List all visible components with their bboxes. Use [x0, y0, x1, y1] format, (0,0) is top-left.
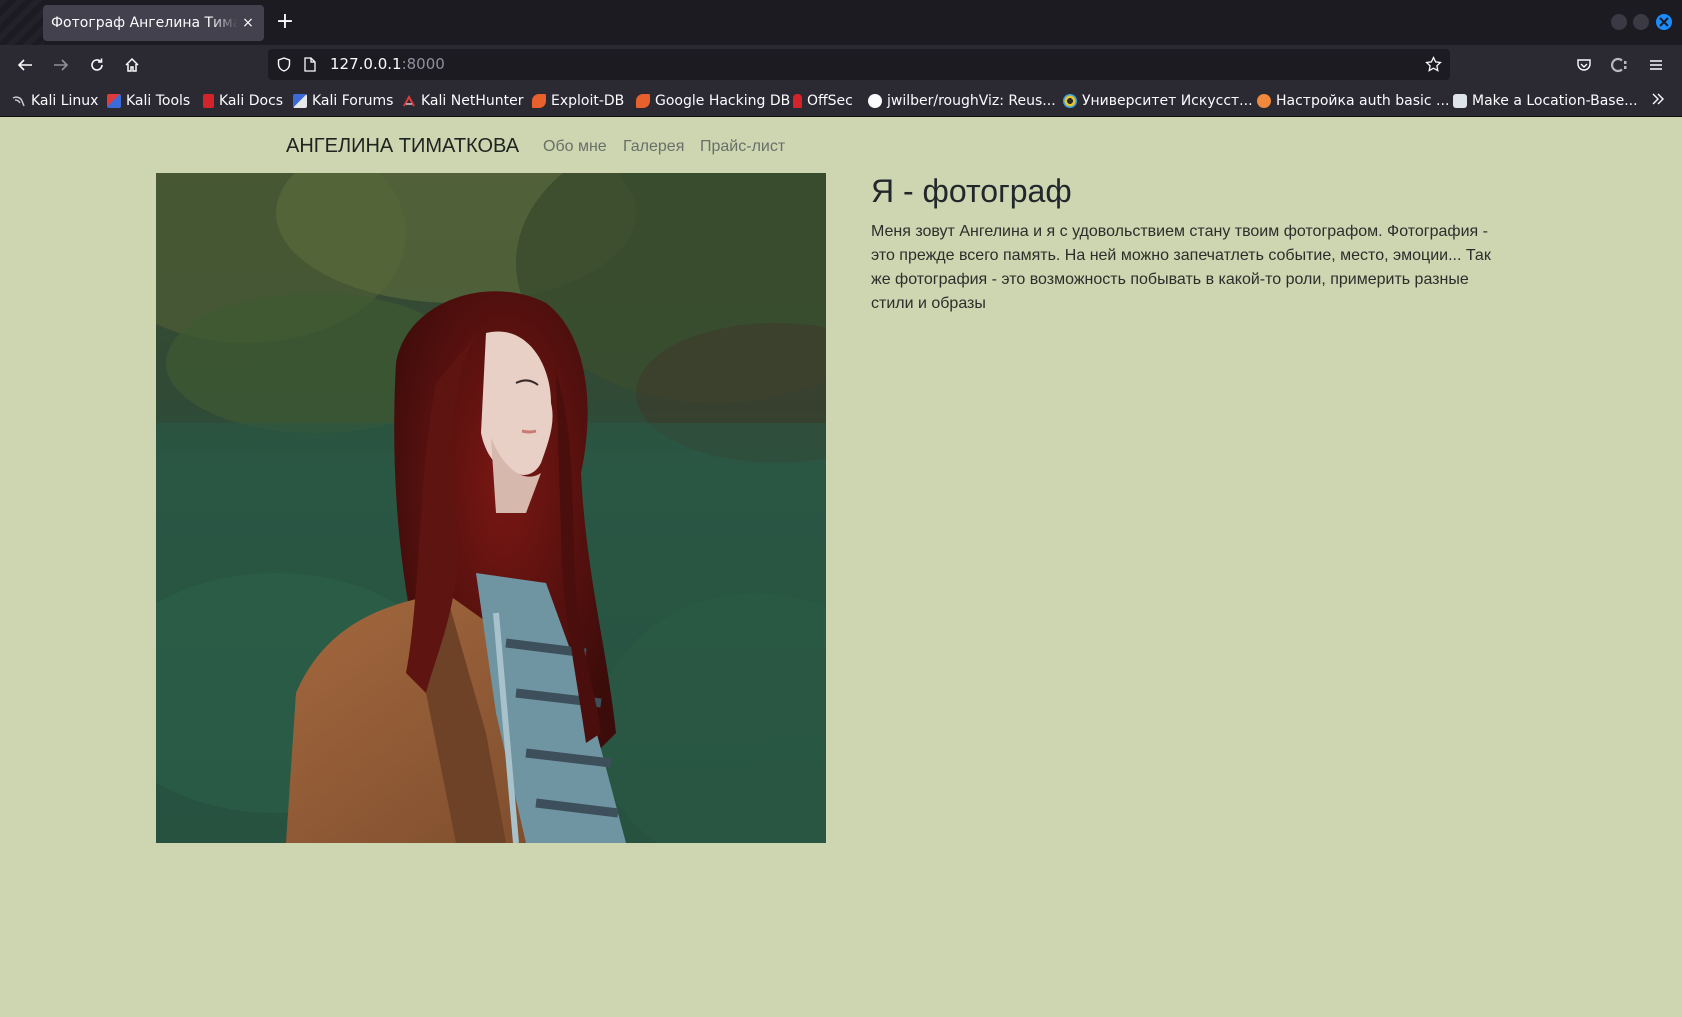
bookmark-kali-linux[interactable]: Kali Linux — [12, 92, 98, 110]
university-icon — [1063, 94, 1077, 108]
new-tab-button[interactable]: + — [272, 9, 298, 35]
url-port: :8000 — [401, 55, 445, 73]
back-arrow-icon — [17, 59, 32, 71]
reload-icon — [91, 58, 103, 71]
tab-strip: Фотограф Ангелина Тиматкова × + — [0, 0, 1682, 45]
bookmark-label: Университет Искусст... — [1082, 93, 1253, 109]
hamburger-menu-icon — [1650, 60, 1662, 70]
kali-tools-icon — [107, 94, 121, 108]
puzzle-icon — [1453, 94, 1467, 108]
kali-dragon-icon — [12, 96, 25, 107]
bookmark-star-icon[interactable] — [1425, 56, 1442, 73]
tab-title: Фотограф Ангелина Тиматкова — [51, 15, 238, 31]
shield-icon[interactable] — [277, 57, 291, 72]
site-brand-link[interactable]: АНГЕЛИНА ТИМАТКОВА — [286, 135, 519, 158]
reload-button[interactable] — [85, 53, 109, 77]
minimize-button[interactable] — [1611, 14, 1627, 30]
active-tab[interactable]: Фотограф Ангелина Тиматкова × — [43, 5, 264, 41]
portrait-photo — [156, 173, 826, 843]
bookmark-roughviz[interactable]: jwilber/roughViz: Reus... — [868, 92, 1056, 110]
bookmark-label: Kali NetHunter — [421, 93, 524, 109]
exploit-db-icon — [532, 94, 546, 108]
bookmark-ghdb[interactable]: Google Hacking DB — [636, 92, 790, 110]
bookmark-label: Google Hacking DB — [655, 93, 791, 109]
bookmark-offsec[interactable]: OffSec — [793, 92, 853, 110]
nav-link-about[interactable]: Обо мне — [543, 138, 607, 156]
bookmark-label: Kali Docs — [219, 93, 284, 109]
back-button[interactable] — [13, 53, 37, 77]
bookmark-label: Make a Location-Base... — [1472, 93, 1638, 109]
site-navbar: АНГЕЛИНА ТИМАТКОВА Обо мне Галерея Прайс… — [0, 117, 1682, 173]
page-icon[interactable] — [304, 57, 316, 72]
forward-arrow-icon — [54, 59, 69, 71]
bookmark-label: jwilber/roughViz: Reus... — [887, 93, 1056, 109]
tab-close-icon[interactable]: × — [239, 14, 257, 32]
kali-docs-icon — [203, 94, 214, 108]
pocket-icon — [1577, 59, 1591, 71]
bookmark-label: Kali Tools — [126, 93, 191, 109]
bookmarks-overflow-button[interactable] — [1651, 91, 1665, 110]
bookmarks-toolbar: Kali Linux Kali Tools Kali Docs Kali For… — [0, 85, 1682, 117]
page-viewport: АНГЕЛИНА ТИМАТКОВА Обо мне Галерея Прайс… — [0, 117, 1682, 1017]
bookmark-label: OffSec — [807, 93, 853, 109]
forward-button[interactable] — [49, 53, 73, 77]
maximize-button[interactable] — [1633, 14, 1649, 30]
about-paragraph: Меня зовут Ангелина и я с удовольствием … — [871, 223, 1491, 312]
github-icon — [868, 94, 882, 108]
home-button[interactable] — [120, 53, 144, 77]
nav-link-pricelist[interactable]: Прайс-лист — [700, 138, 785, 156]
bookmark-kali-tools[interactable]: Kali Tools — [107, 92, 190, 110]
nethunter-icon — [403, 94, 415, 107]
url-text[interactable]: 127.0.0.1:8000 — [330, 55, 445, 73]
ghdb-icon — [636, 94, 650, 108]
extension-button[interactable] — [1608, 53, 1632, 77]
extension-c-icon — [1611, 57, 1627, 73]
bookmark-label: Exploit-DB — [551, 93, 625, 109]
bookmark-location-based[interactable]: Make a Location-Base... — [1453, 92, 1638, 110]
kali-forums-icon — [293, 94, 307, 108]
close-icon — [1659, 17, 1669, 27]
bookmark-kali-forums[interactable]: Kali Forums — [293, 92, 393, 110]
url-host: 127.0.0.1 — [330, 55, 402, 73]
offsec-icon — [793, 94, 802, 108]
bookmark-kali-nethunter[interactable]: Kali NetHunter — [402, 92, 523, 110]
url-bar[interactable]: 127.0.0.1:8000 — [268, 49, 1450, 80]
home-icon — [125, 57, 139, 72]
bookmark-auth-basic[interactable]: Настройка auth basic ... — [1257, 92, 1449, 110]
bookmark-label: Kali Linux — [31, 93, 99, 109]
navigation-toolbar: 127.0.0.1:8000 — [0, 45, 1682, 85]
about-heading: Я - фотограф — [871, 173, 1072, 209]
tabstrip-decoration — [0, 0, 44, 45]
portrait-image — [156, 173, 826, 843]
pocket-button[interactable] — [1572, 53, 1596, 77]
nav-link-gallery[interactable]: Галерея — [623, 138, 684, 156]
bookmark-exploit-db[interactable]: Exploit-DB — [532, 92, 624, 110]
chevron-double-right-icon — [1652, 93, 1664, 105]
bookmark-label: Kali Forums — [312, 93, 394, 109]
close-window-button[interactable] — [1656, 14, 1672, 30]
menu-button[interactable] — [1644, 53, 1668, 77]
bookmark-kali-docs[interactable]: Kali Docs — [203, 92, 283, 110]
bookmark-label: Настройка auth basic ... — [1276, 93, 1450, 109]
itc-icon — [1257, 94, 1271, 108]
bookmark-university[interactable]: Университет Искусст... — [1063, 92, 1253, 110]
